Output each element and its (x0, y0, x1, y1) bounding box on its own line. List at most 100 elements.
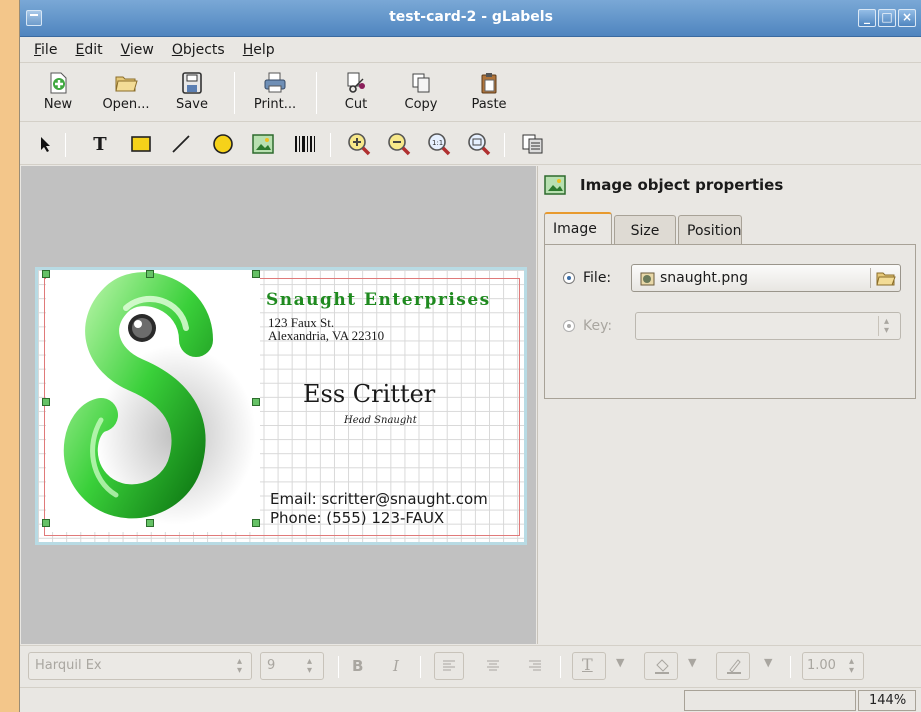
align-right-icon[interactable] (528, 660, 542, 672)
city-address[interactable]: Alexandria, VA 22310 (268, 329, 384, 342)
copy-label: Copy (404, 97, 438, 112)
align-left-icon (443, 660, 455, 671)
zoom-fit-icon[interactable] (466, 131, 492, 157)
maximize-button[interactable]: □ (878, 9, 896, 27)
close-button[interactable]: × (898, 9, 916, 27)
toolbar-separator (560, 656, 561, 678)
text-color-button[interactable]: T (572, 652, 606, 680)
file-radio[interactable] (563, 272, 575, 284)
menu-objects[interactable]: Objects (172, 42, 225, 58)
paste-label: Paste (471, 97, 507, 112)
job-title[interactable]: Head Snaught (344, 415, 417, 426)
zoom-level: 144% (858, 690, 916, 711)
toolbar-separator (504, 133, 505, 157)
scissors-icon (347, 72, 365, 93)
tab-image[interactable]: Image (544, 212, 612, 244)
zoom-in-icon[interactable] (346, 131, 372, 157)
chevron-down-icon[interactable]: ▼ (616, 656, 624, 669)
align-left-button[interactable] (434, 652, 464, 680)
panel-header: Image object properties (544, 175, 783, 195)
font-size-value: 9 (267, 658, 276, 673)
file-chooser-button[interactable]: snaught.png (631, 264, 901, 292)
spin-arrows-icon: ▴ ▾ (849, 656, 855, 676)
open-button[interactable]: Open... (96, 69, 156, 119)
snaught-image[interactable] (46, 270, 260, 532)
line-color-button[interactable] (716, 652, 750, 680)
text-tool-icon[interactable]: T (87, 131, 113, 157)
menu-help[interactable]: Help (243, 42, 275, 58)
new-document-icon (50, 72, 67, 94)
line-tool-icon[interactable] (168, 131, 194, 157)
cut-button[interactable]: Cut (336, 69, 376, 119)
selection-handle[interactable] (42, 519, 50, 527)
company-name[interactable]: Snaught Enterprises (266, 290, 491, 310)
toolbar-separator (338, 656, 339, 678)
line-width-spinner[interactable]: 1.00 ▴ ▾ (802, 652, 864, 680)
person-name[interactable]: Ess Critter (303, 380, 435, 408)
tab-size[interactable]: Size (614, 215, 676, 244)
image-tool-icon[interactable] (250, 131, 276, 157)
menu-edit[interactable]: Edit (75, 42, 102, 58)
status-bar: 144% (20, 687, 921, 712)
box-tool-icon[interactable] (128, 131, 154, 157)
font-size-spinner[interactable]: 9 ▴ ▾ (260, 652, 324, 680)
zoom-1to1-icon[interactable]: 1:1 (426, 131, 452, 157)
print-button[interactable]: Print... (248, 69, 302, 119)
panel-title: Image object properties (580, 176, 784, 194)
fill-color-button[interactable] (644, 652, 678, 680)
new-button[interactable]: New (36, 69, 80, 119)
chevron-down-icon[interactable]: ▼ (688, 656, 696, 669)
menu-bar: File Edit View Objects Help (20, 37, 921, 63)
selection-handle[interactable] (146, 519, 154, 527)
selection-handle[interactable] (42, 398, 50, 406)
svg-text:1:1: 1:1 (432, 139, 443, 147)
printer-icon (264, 72, 286, 93)
email-text[interactable]: Email: scritter@snaught.com (270, 490, 488, 508)
save-disk-icon (182, 72, 202, 94)
ellipse-tool-icon[interactable] (210, 131, 236, 157)
menu-file[interactable]: File (34, 42, 57, 58)
title-bar[interactable]: test-card-2 - gLabels _ □ × (20, 0, 921, 37)
selection-handle[interactable] (146, 270, 154, 278)
chevron-down-icon[interactable]: ▼ (764, 656, 772, 669)
combo-arrows-icon: ▴ ▾ (237, 656, 243, 676)
tab-position[interactable]: Position (678, 215, 742, 244)
window-title: test-card-2 - gLabels (389, 9, 553, 25)
label-canvas[interactable]: Snaught Enterprises 123 Faux St. Alexand… (21, 166, 536, 644)
business-card-label[interactable]: Snaught Enterprises 123 Faux St. Alexand… (35, 267, 527, 545)
align-center-icon[interactable] (486, 660, 500, 672)
key-combo[interactable]: ▴ ▾ (635, 312, 901, 340)
paste-button[interactable]: Paste (466, 69, 512, 119)
key-label: Key: (583, 318, 613, 334)
phone-text[interactable]: Phone: (555) 123-FAUX (270, 509, 444, 527)
save-button[interactable]: Save (170, 69, 214, 119)
file-label: File: (583, 270, 612, 286)
selection-handle[interactable] (42, 270, 50, 278)
folder-open-icon (115, 76, 138, 92)
copy-icon (412, 73, 430, 93)
bold-button[interactable]: B (352, 657, 363, 675)
barcode-tool-icon[interactable] (292, 131, 318, 157)
merge-properties-icon[interactable] (520, 131, 546, 157)
image-object-icon (544, 175, 566, 195)
selection-handle[interactable] (252, 519, 260, 527)
paste-clipboard-icon (481, 73, 497, 94)
italic-button[interactable]: I (393, 657, 399, 675)
save-label: Save (176, 97, 208, 112)
font-family-combo[interactable]: Harquil Ex ▴ ▾ (28, 652, 252, 680)
select-arrow-icon[interactable] (32, 131, 58, 157)
cut-label: Cut (344, 97, 368, 112)
toolbar-separator (234, 72, 235, 114)
minimize-button[interactable]: _ (858, 9, 876, 27)
copy-button[interactable]: Copy (398, 69, 444, 119)
menu-view[interactable]: View (121, 42, 154, 58)
toolbar-separator (316, 72, 317, 114)
key-radio[interactable] (563, 320, 575, 332)
main-toolbar: New Open... Save Print... Cut Copy Paste (20, 64, 921, 122)
zoom-out-icon[interactable] (386, 131, 412, 157)
selection-handle[interactable] (252, 398, 260, 406)
selection-handle[interactable] (252, 270, 260, 278)
folder-open-icon[interactable] (876, 270, 896, 286)
field-divider (878, 316, 879, 336)
font-family-value: Harquil Ex (35, 658, 102, 673)
